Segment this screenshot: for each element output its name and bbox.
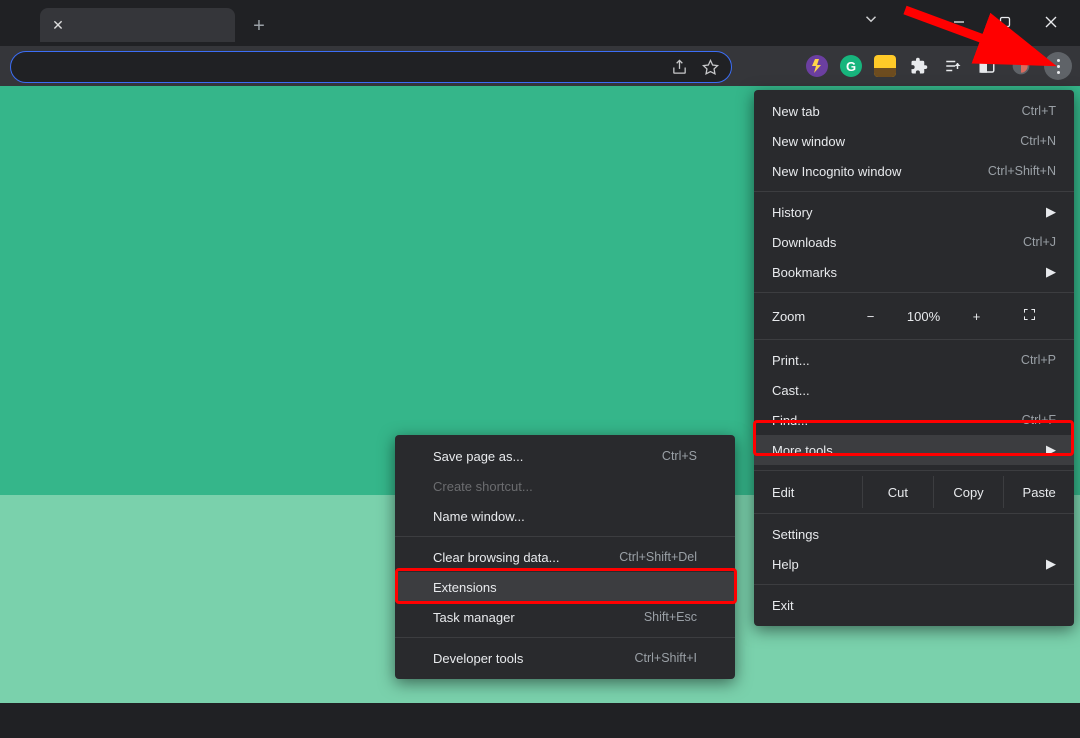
menu-separator [754, 513, 1074, 514]
browser-window: ✕ + [0, 0, 1080, 738]
submenu-extensions[interactable]: Extensions [395, 572, 735, 602]
menu-separator [754, 191, 1074, 192]
address-bar[interactable] [10, 51, 732, 83]
menu-separator [754, 470, 1074, 471]
maximize-button[interactable] [982, 5, 1028, 39]
zoom-out-button[interactable]: − [844, 309, 897, 324]
menu-zoom: Zoom − 100% + [754, 298, 1074, 334]
new-tab-button[interactable]: + [245, 12, 273, 40]
close-window-button[interactable] [1028, 5, 1074, 39]
menu-label: New tab [772, 104, 820, 119]
submenu-arrow-icon: ▶ [1046, 204, 1056, 220]
submenu-task-manager[interactable]: Task manager Shift+Esc [395, 602, 735, 632]
zoom-in-button[interactable]: + [950, 309, 1003, 324]
menu-exit[interactable]: Exit [754, 590, 1074, 620]
side-panel-icon[interactable] [976, 55, 998, 77]
menu-help[interactable]: Help ▶ [754, 549, 1074, 579]
extension-icons: G [806, 46, 1072, 86]
toolbar: G [0, 46, 1080, 86]
menu-edit: Edit Cut Copy Paste [754, 476, 1074, 508]
bookmark-star-icon[interactable] [702, 59, 719, 76]
extensions-puzzle-icon[interactable] [908, 55, 930, 77]
close-tab-icon[interactable]: ✕ [48, 15, 68, 35]
profile-avatar-icon[interactable] [1010, 55, 1032, 77]
menu-new-incognito[interactable]: New Incognito window Ctrl+Shift+N [754, 156, 1074, 186]
chrome-menu-button[interactable] [1044, 52, 1072, 80]
zoom-value: 100% [897, 309, 950, 324]
tab-strip: ✕ + [0, 0, 1080, 46]
menu-separator [754, 292, 1074, 293]
menu-more-tools[interactable]: More tools ▶ [754, 435, 1074, 465]
extension-icon-grammarly[interactable]: G [840, 55, 862, 77]
submenu-clear-browsing[interactable]: Clear browsing data... Ctrl+Shift+Del [395, 542, 735, 572]
share-icon[interactable] [671, 59, 688, 76]
bottom-bar [0, 703, 1080, 738]
edit-cut-button[interactable]: Cut [862, 476, 933, 508]
menu-print[interactable]: Print... Ctrl+P [754, 345, 1074, 375]
menu-downloads[interactable]: Downloads Ctrl+J [754, 227, 1074, 257]
fullscreen-icon[interactable] [1003, 307, 1056, 325]
window-controls [936, 0, 1074, 44]
chrome-main-menu: New tab Ctrl+T New window Ctrl+N New Inc… [754, 90, 1074, 626]
submenu-arrow-icon: ▶ [1046, 264, 1056, 280]
more-tools-submenu: Save page as... Ctrl+S Create shortcut..… [395, 435, 735, 679]
minimize-button[interactable] [936, 5, 982, 39]
menu-cast[interactable]: Cast... [754, 375, 1074, 405]
menu-new-tab[interactable]: New tab Ctrl+T [754, 96, 1074, 126]
edit-copy-button[interactable]: Copy [933, 476, 1004, 508]
menu-history[interactable]: History ▶ [754, 197, 1074, 227]
menu-find[interactable]: Find... Ctrl+F [754, 405, 1074, 435]
menu-separator [395, 536, 735, 537]
menu-settings[interactable]: Settings [754, 519, 1074, 549]
submenu-arrow-icon: ▶ [1046, 556, 1056, 572]
extension-icon-1[interactable] [806, 55, 828, 77]
submenu-developer-tools[interactable]: Developer tools Ctrl+Shift+I [395, 643, 735, 673]
browser-tab[interactable]: ✕ [40, 8, 235, 42]
submenu-save-page[interactable]: Save page as... Ctrl+S [395, 441, 735, 471]
edit-paste-button[interactable]: Paste [1003, 476, 1074, 508]
tab-search-chevron-icon[interactable] [862, 10, 880, 33]
menu-shortcut: Ctrl+T [1022, 104, 1056, 118]
menu-separator [395, 637, 735, 638]
menu-separator [754, 339, 1074, 340]
submenu-create-shortcut: Create shortcut... [395, 471, 735, 501]
reading-list-icon[interactable] [942, 55, 964, 77]
submenu-arrow-icon: ▶ [1046, 442, 1056, 458]
menu-new-window[interactable]: New window Ctrl+N [754, 126, 1074, 156]
menu-bookmarks[interactable]: Bookmarks ▶ [754, 257, 1074, 287]
extension-icon-3[interactable] [874, 55, 896, 77]
submenu-name-window[interactable]: Name window... [395, 501, 735, 531]
menu-separator [754, 584, 1074, 585]
